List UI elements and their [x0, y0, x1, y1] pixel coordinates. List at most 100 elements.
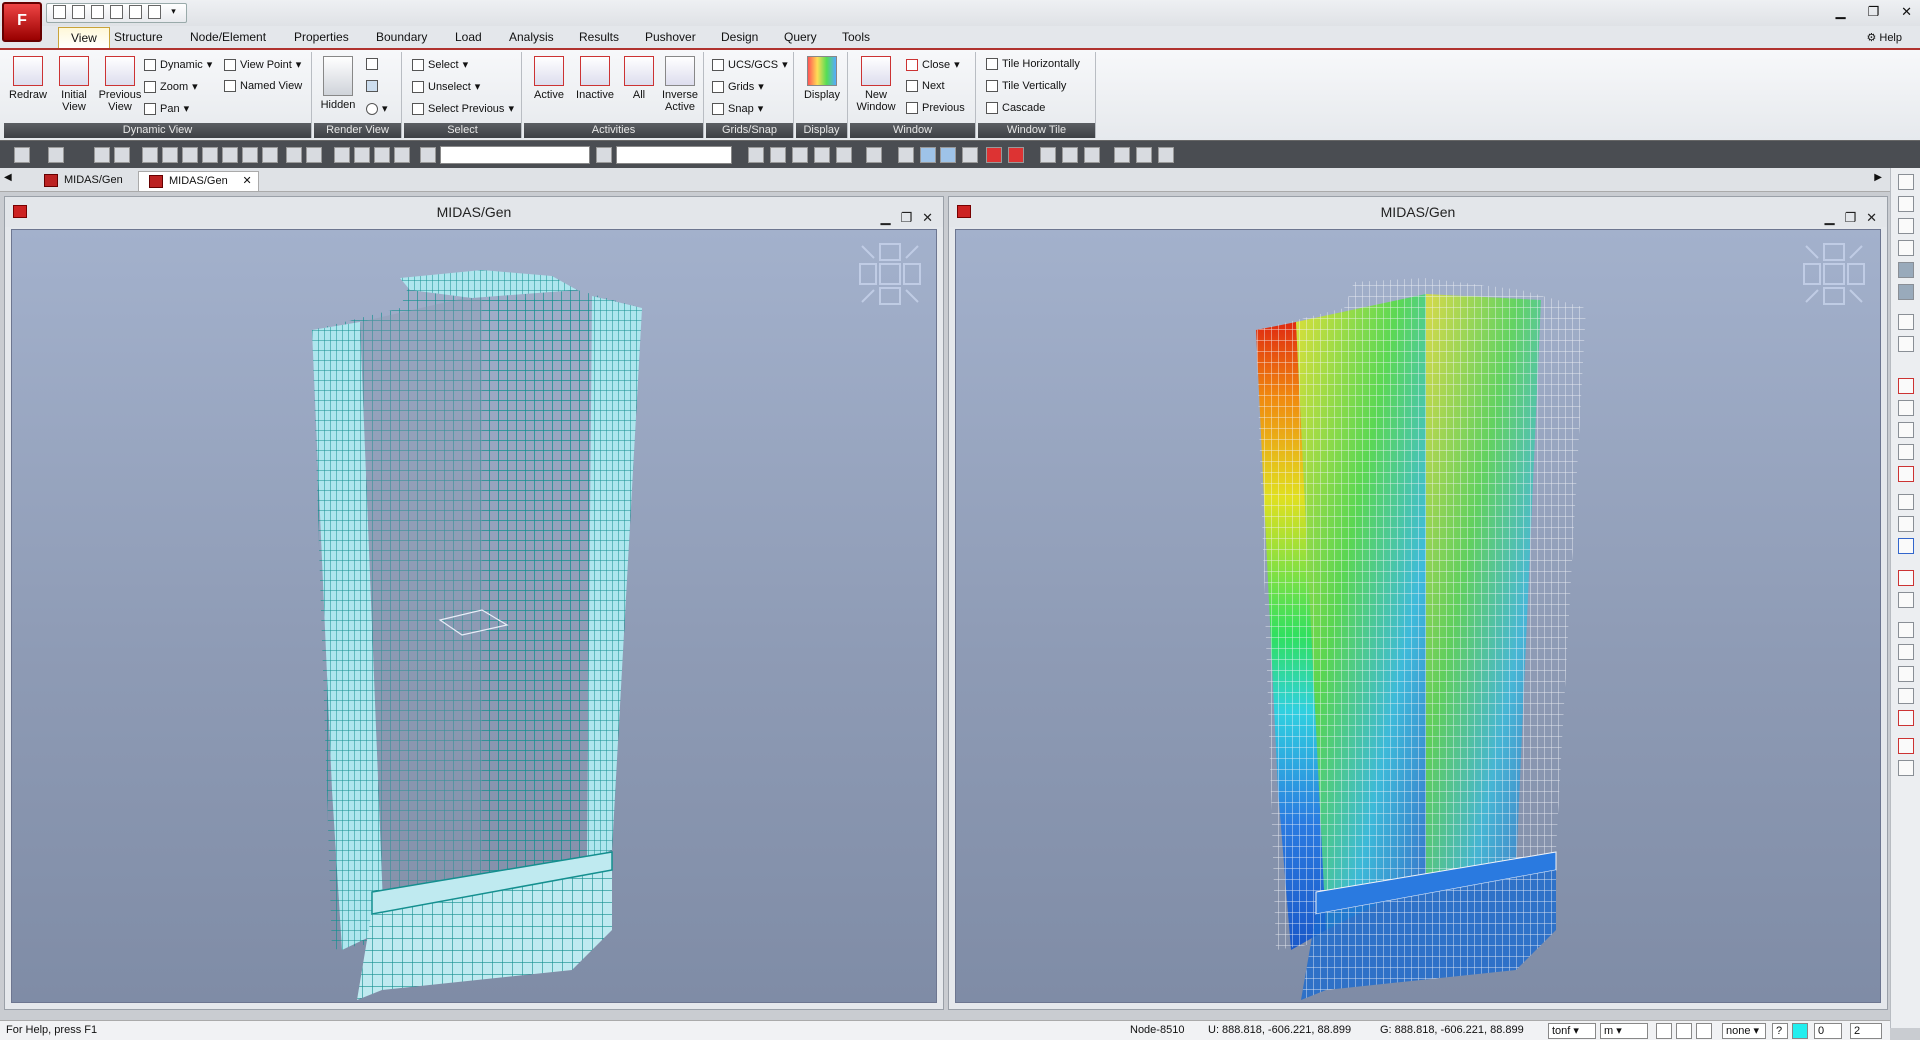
render-icon[interactable] [962, 147, 978, 163]
view-point-button[interactable]: View Point ▾ [224, 58, 301, 71]
element-icon[interactable] [1062, 147, 1078, 163]
tab-scroll-left-icon[interactable]: ◀ [4, 172, 12, 183]
open-file-icon[interactable] [72, 5, 85, 19]
redo-icon[interactable] [48, 147, 64, 163]
select-all-icon[interactable] [262, 147, 278, 163]
close-button[interactable]: ✕ [1901, 4, 1912, 20]
toolbar-icon-17[interactable] [394, 147, 410, 163]
toolbar-icon-18[interactable] [420, 147, 436, 163]
hidden-view-icon[interactable] [920, 147, 936, 163]
force-unit-select[interactable]: tonf ▾ [1548, 1023, 1596, 1039]
tab-properties[interactable]: Properties [294, 30, 349, 44]
tab-load[interactable]: Load [455, 30, 482, 44]
tile-vertically-button[interactable]: Tile Vertically [986, 80, 1066, 92]
hidden-button[interactable]: Hidden [318, 56, 358, 111]
view-top-icon[interactable] [1898, 644, 1914, 660]
tab-query[interactable]: Query [784, 30, 817, 44]
toolbar-icon-24[interactable] [836, 147, 852, 163]
close-window-button[interactable]: Close ▾ [906, 58, 960, 71]
toolbar-icon-19[interactable] [596, 147, 612, 163]
print-preview-icon[interactable] [148, 5, 161, 19]
grids-button[interactable]: Grids ▾ [712, 80, 764, 93]
lock-icon[interactable] [1136, 147, 1152, 163]
view-right-icon[interactable] [1898, 688, 1914, 704]
print-icon[interactable] [129, 5, 142, 19]
zoom-fit-right-icon[interactable] [1898, 466, 1914, 482]
toolbar-right-icon-25[interactable] [1898, 760, 1914, 776]
status-num-1[interactable]: 0 [1814, 1023, 1842, 1039]
view-iso-icon[interactable] [1898, 622, 1914, 638]
status-num-2[interactable]: 2 [1850, 1023, 1882, 1039]
zoom-in-icon[interactable] [1898, 422, 1914, 438]
zoom-dynamic-icon[interactable] [1898, 400, 1914, 416]
status-icon-3[interactable] [1696, 1023, 1712, 1039]
toolbar-right-icon-6[interactable] [1898, 284, 1914, 300]
view-cube-left[interactable] [858, 242, 922, 306]
shade-view-icon[interactable] [940, 147, 956, 163]
named-view-button[interactable]: Named View [224, 80, 302, 92]
select-single-icon[interactable] [142, 147, 158, 163]
restore-button[interactable]: ❐ [1867, 4, 1879, 20]
unlock-icon[interactable] [1158, 147, 1174, 163]
tab-pushover[interactable]: Pushover [645, 30, 696, 44]
render-option-2-button[interactable] [366, 80, 378, 92]
toolbar-icon-12[interactable] [286, 147, 302, 163]
doc-tab-2[interactable]: MIDAS/Gen ✕ [138, 171, 259, 191]
toolbar-right-icon-3[interactable] [1898, 218, 1914, 234]
select-plane-icon[interactable] [222, 147, 238, 163]
save-icon[interactable] [110, 5, 123, 19]
select-button[interactable]: Select ▾ [412, 58, 468, 71]
select-polygon-icon[interactable] [182, 147, 198, 163]
inactive-button[interactable]: Inactive [572, 56, 618, 101]
new-file-icon[interactable] [53, 5, 66, 19]
tab-node-element[interactable]: Node/Element [190, 30, 266, 44]
display-red-2-icon[interactable] [1008, 147, 1024, 163]
tile-horizontally-button[interactable]: Tile Horizontally [986, 58, 1080, 70]
selection-combo-1[interactable] [440, 146, 590, 164]
tab-analysis[interactable]: Analysis [509, 30, 554, 44]
inverse-active-button[interactable]: Inverse Active [658, 56, 702, 113]
toolbar-icon-25[interactable] [866, 147, 882, 163]
grid-dots-icon[interactable] [1898, 174, 1914, 190]
zoom-fit-icon[interactable] [898, 147, 914, 163]
toolbar-right-icon-18[interactable] [1898, 592, 1914, 608]
select-previous-button[interactable]: Select Previous ▾ [412, 102, 514, 115]
all-button[interactable]: All [622, 56, 656, 101]
toolbar-icon-14[interactable] [334, 147, 350, 163]
toolbar-icon-16[interactable] [374, 147, 390, 163]
toolbar-right-icon-5[interactable] [1898, 262, 1914, 278]
toolbar-icon-20[interactable] [748, 147, 764, 163]
tab-tools[interactable]: Tools [842, 30, 870, 44]
unselect-button[interactable]: Unselect ▾ [412, 80, 480, 93]
toolbar-right-icon-24[interactable] [1898, 738, 1914, 754]
previous-view-button[interactable]: Previous View [96, 56, 144, 113]
status-help-icon[interactable]: ? [1772, 1023, 1788, 1039]
toolbar-icon-33[interactable] [1084, 147, 1100, 163]
view-cube-right[interactable] [1802, 242, 1866, 306]
display-button[interactable]: Display [800, 56, 844, 101]
tab-structure[interactable]: Structure [114, 30, 163, 44]
pan-button[interactable]: Pan ▾ [144, 102, 189, 115]
model-canvas-right[interactable] [955, 229, 1881, 1003]
node-icon[interactable] [1040, 147, 1056, 163]
none-select[interactable]: none ▾ [1722, 1023, 1766, 1039]
zoom-magnify-icon[interactable] [1898, 494, 1914, 510]
doc-tab-close-icon[interactable]: ✕ [242, 174, 251, 187]
active-button[interactable]: Active [530, 56, 568, 101]
toolbar-icon-34[interactable] [1114, 147, 1130, 163]
qat-dropdown-icon[interactable]: ▾ [167, 5, 180, 19]
toolbar-icon-13[interactable] [306, 147, 322, 163]
tab-results[interactable]: Results [579, 30, 619, 44]
toolbar-right-icon-7[interactable] [1898, 314, 1914, 330]
toolbar-right-icon-23[interactable] [1898, 710, 1914, 726]
tab-view[interactable]: View [58, 27, 110, 48]
cascade-button[interactable]: Cascade [986, 102, 1045, 114]
toolbar-right-icon-4[interactable] [1898, 240, 1914, 256]
toolbar-icon-15[interactable] [354, 147, 370, 163]
zoom-out-icon[interactable] [1898, 444, 1914, 460]
snap-button[interactable]: Snap ▾ [712, 102, 763, 115]
tab-scroll-right-icon[interactable]: ▶ [1874, 172, 1882, 183]
pan-right-icon[interactable] [1898, 516, 1914, 532]
previous-window-button[interactable]: Previous [906, 102, 965, 114]
select-window-icon[interactable] [162, 147, 178, 163]
